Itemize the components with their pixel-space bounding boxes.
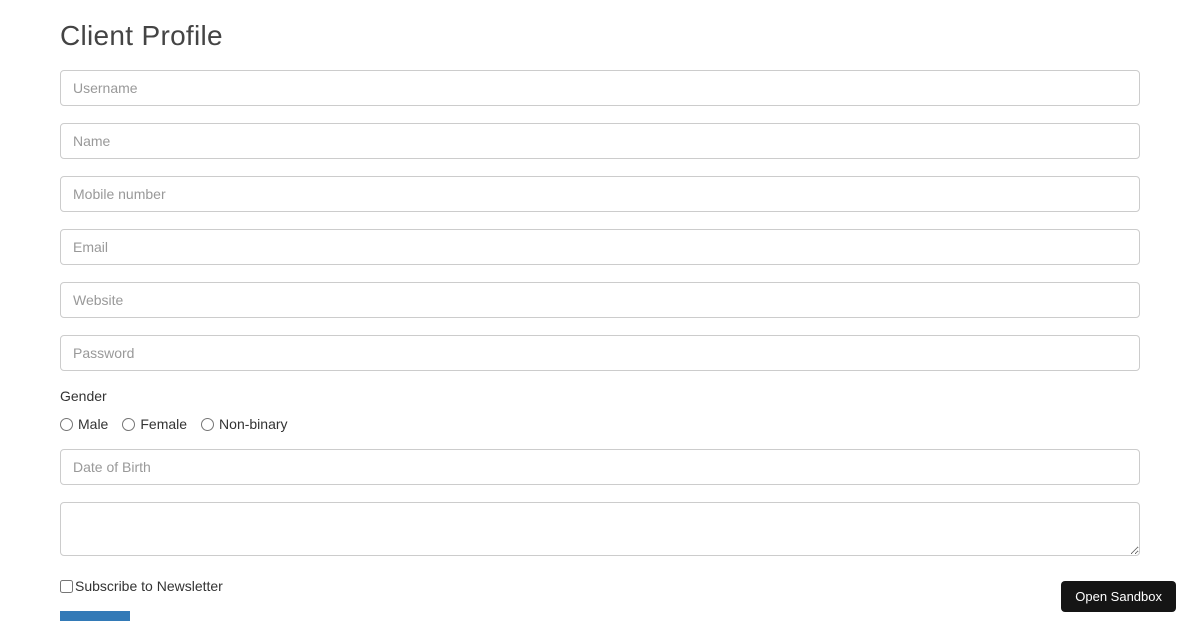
website-input[interactable]: [60, 282, 1140, 318]
radio-male[interactable]: [60, 418, 73, 431]
mobile-input[interactable]: [60, 176, 1140, 212]
form-group-website: [60, 282, 1140, 318]
radio-nonbinary[interactable]: [201, 418, 214, 431]
newsletter-checkbox[interactable]: [60, 580, 73, 593]
submit-button[interactable]: [60, 611, 130, 621]
form-group-textarea: [60, 502, 1140, 561]
newsletter-label: Subscribe to Newsletter: [75, 578, 223, 594]
form-group-password: [60, 335, 1140, 371]
textarea-input[interactable]: [60, 502, 1140, 556]
radio-female-label: Female: [140, 416, 187, 432]
open-sandbox-button[interactable]: Open Sandbox: [1061, 581, 1176, 612]
newsletter-checkbox-row[interactable]: Subscribe to Newsletter: [60, 578, 1140, 594]
page-title: Client Profile: [60, 20, 1140, 52]
radio-male-label: Male: [78, 416, 108, 432]
email-input[interactable]: [60, 229, 1140, 265]
radio-item-nonbinary[interactable]: Non-binary: [201, 416, 287, 432]
form-group-username: [60, 70, 1140, 106]
gender-radio-row: Male Female Non-binary: [60, 416, 1140, 432]
form-group-mobile: [60, 176, 1140, 212]
dob-input[interactable]: [60, 449, 1140, 485]
gender-label: Gender: [60, 388, 1140, 404]
username-input[interactable]: [60, 70, 1140, 106]
radio-nonbinary-label: Non-binary: [219, 416, 287, 432]
gender-section: Gender Male Female Non-binary: [60, 388, 1140, 432]
form-group-email: [60, 229, 1140, 265]
name-input[interactable]: [60, 123, 1140, 159]
form-group-dob: [60, 449, 1140, 485]
form-group-name: [60, 123, 1140, 159]
radio-item-female[interactable]: Female: [122, 416, 187, 432]
radio-female[interactable]: [122, 418, 135, 431]
password-input[interactable]: [60, 335, 1140, 371]
form-container: Client Profile Gender Male Female: [0, 0, 1200, 641]
radio-item-male[interactable]: Male: [60, 416, 108, 432]
